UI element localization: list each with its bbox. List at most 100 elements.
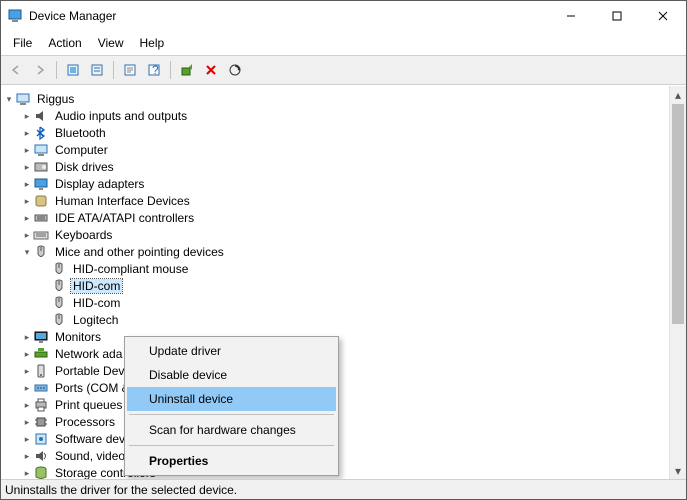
expander-icon[interactable]: ▸ <box>21 213 33 224</box>
expander-icon[interactable]: ▸ <box>21 111 33 122</box>
mouse-icon <box>51 278 67 294</box>
expander-icon[interactable]: ▸ <box>21 468 33 479</box>
menu-help[interactable]: Help <box>132 33 173 53</box>
tree-node-label: Ports (COM & <box>53 381 132 395</box>
scan-hardware-button[interactable] <box>224 59 246 81</box>
status-bar: Uninstalls the driver for the selected d… <box>1 479 686 499</box>
sound-icon <box>33 448 49 464</box>
menu-bar: File Action View Help <box>1 31 686 56</box>
tree-category-4[interactable]: ▸ Display adapters <box>3 176 669 192</box>
printer-icon <box>33 397 49 413</box>
network-icon <box>33 346 49 362</box>
computer-icon <box>33 142 49 158</box>
mouse-icon <box>51 312 67 328</box>
tree-node-label: Computer <box>53 143 110 157</box>
show-hidden-button[interactable] <box>86 59 108 81</box>
expander-icon[interactable]: ▸ <box>21 128 33 139</box>
expander-icon[interactable]: ▸ <box>21 162 33 173</box>
tree-node-label: Keyboards <box>53 228 114 242</box>
tree-category-5[interactable]: ▸ Human Interface Devices <box>3 193 669 209</box>
help-button[interactable]: ? <box>143 59 165 81</box>
properties-button[interactable] <box>119 59 141 81</box>
tree-node-label: Display adapters <box>53 177 146 191</box>
tree-node-label: Riggus <box>35 92 76 106</box>
tree-node-label: Monitors <box>53 330 103 344</box>
menu-file[interactable]: File <box>5 33 40 53</box>
tree-node-label: HID-compliant mouse <box>71 262 190 276</box>
window-title: Device Manager <box>29 9 548 23</box>
forward-button[interactable] <box>29 59 51 81</box>
menu-view[interactable]: View <box>90 33 132 53</box>
expander-icon[interactable]: ▸ <box>21 400 33 411</box>
expander-icon[interactable]: ▸ <box>21 451 33 462</box>
status-text: Uninstalls the driver for the selected d… <box>5 483 237 497</box>
tree-node-label: Logitech <box>71 313 120 327</box>
tree-node-label: Processors <box>53 415 117 429</box>
tree-node-label: HID-com <box>71 279 122 293</box>
expander-icon[interactable]: ▸ <box>21 417 33 428</box>
tree-category-6[interactable]: ▸IDE ATA/ATAPI controllers <box>3 210 669 226</box>
scroll-thumb[interactable] <box>672 104 684 324</box>
context-menu-item-2[interactable]: Uninstall device <box>127 387 336 411</box>
tree-root[interactable]: ▾ Riggus <box>3 91 669 107</box>
tree-node-label: Portable Dev <box>53 364 126 378</box>
tree-node-label: HID-com <box>71 296 122 310</box>
uninstall-button[interactable] <box>200 59 222 81</box>
app-icon <box>7 8 23 24</box>
maximize-button[interactable] <box>594 1 640 31</box>
tree-category-8[interactable]: ▾ Mice and other pointing devices <box>3 244 669 260</box>
tree-device-8-3[interactable]: Logitech <box>3 312 669 328</box>
scroll-down-icon[interactable]: ▾ <box>670 462 686 479</box>
minimize-button[interactable] <box>548 1 594 31</box>
expander-icon[interactable]: ▸ <box>21 145 33 156</box>
close-button[interactable] <box>640 1 686 31</box>
update-driver-button[interactable] <box>176 59 198 81</box>
monitor-icon <box>33 329 49 345</box>
tree-device-8-0[interactable]: HID-compliant mouse <box>3 261 669 277</box>
tree-node-label: Human Interface Devices <box>53 194 192 208</box>
expander-icon[interactable]: ▾ <box>21 247 33 258</box>
context-menu-item-0[interactable]: Update driver <box>127 339 336 363</box>
tree-node-label: Print queues <box>53 398 124 412</box>
expander-icon[interactable]: ▾ <box>3 94 15 105</box>
tree-category-3[interactable]: ▸ Disk drives <box>3 159 669 175</box>
context-menu-item-4[interactable]: Properties <box>127 449 336 473</box>
display-icon <box>33 176 49 192</box>
vertical-scrollbar[interactable]: ▴ ▾ <box>669 86 686 479</box>
portable-icon <box>33 363 49 379</box>
expander-icon[interactable]: ▸ <box>21 349 33 360</box>
context-menu-item-3[interactable]: Scan for hardware changes <box>127 418 336 442</box>
mouse-icon <box>51 295 67 311</box>
tree-device-8-2[interactable]: HID-com <box>3 295 669 311</box>
storage-icon <box>33 465 49 479</box>
expander-icon[interactable]: ▸ <box>21 383 33 394</box>
audio-icon <box>33 108 49 124</box>
context-menu: Update driverDisable deviceUninstall dev… <box>124 336 339 476</box>
title-bar: Device Manager <box>1 1 686 31</box>
tree-category-2[interactable]: ▸ Computer <box>3 142 669 158</box>
expander-icon[interactable]: ▸ <box>21 230 33 241</box>
context-menu-item-1[interactable]: Disable device <box>127 363 336 387</box>
expander-icon[interactable]: ▸ <box>21 196 33 207</box>
tree-device-8-1[interactable]: HID-com <box>3 278 669 294</box>
back-button[interactable] <box>5 59 27 81</box>
tree-node-label: Mice and other pointing devices <box>53 245 226 259</box>
menu-action[interactable]: Action <box>40 33 89 53</box>
expander-icon[interactable]: ▸ <box>21 366 33 377</box>
ports-icon <box>33 380 49 396</box>
tree-category-7[interactable]: ▸ Keyboards <box>3 227 669 243</box>
bluetooth-icon <box>33 125 49 141</box>
tree-category-1[interactable]: ▸Bluetooth <box>3 125 669 141</box>
up-level-button[interactable] <box>62 59 84 81</box>
tree-node-label: Network ada <box>53 347 124 361</box>
expander-icon[interactable]: ▸ <box>21 179 33 190</box>
expander-icon[interactable]: ▸ <box>21 434 33 445</box>
expander-icon[interactable]: ▸ <box>21 332 33 343</box>
computer-root-icon <box>15 91 31 107</box>
context-menu-separator <box>129 445 334 446</box>
toolbar-separator <box>170 61 171 79</box>
tree-category-0[interactable]: ▸Audio inputs and outputs <box>3 108 669 124</box>
scroll-up-icon[interactable]: ▴ <box>670 86 686 103</box>
tree-node-label: Disk drives <box>53 160 116 174</box>
disk-icon <box>33 159 49 175</box>
